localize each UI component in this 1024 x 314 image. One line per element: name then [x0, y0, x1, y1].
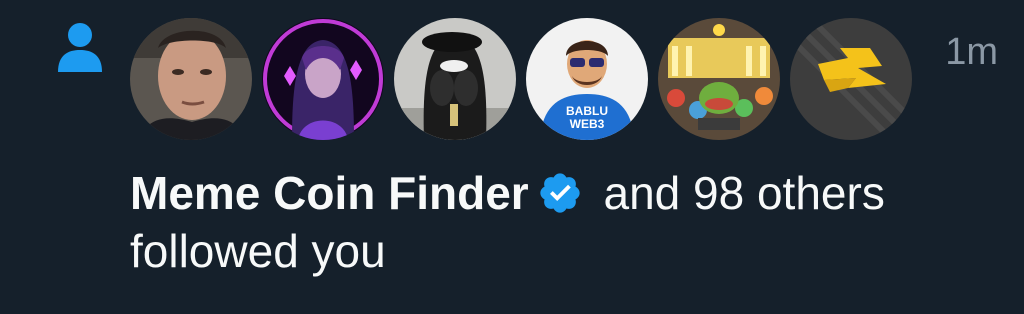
- timestamp[interactable]: 1m: [945, 30, 998, 74]
- others-text: and 98 others: [603, 167, 885, 219]
- notification-message: Meme Coin Finder and 98 others followed …: [130, 164, 1010, 280]
- actor-name[interactable]: Meme Coin Finder: [130, 167, 529, 219]
- person-icon: [56, 22, 104, 74]
- avatar-hooded-figure[interactable]: [394, 18, 516, 140]
- svg-text:WEB3: WEB3: [570, 117, 605, 131]
- avatar-photo-man[interactable]: [130, 18, 252, 140]
- svg-text:BABLU: BABLU: [566, 104, 608, 118]
- avatar-neon-woman[interactable]: [262, 18, 384, 140]
- verified-badge-icon: [537, 170, 583, 216]
- avatar-meme-collage[interactable]: [658, 18, 780, 140]
- avatar-bablu-web3[interactable]: BABLU WEB3: [526, 18, 648, 140]
- follower-avatars: BABLU WEB3: [130, 18, 912, 142]
- action-text: followed you: [130, 225, 386, 277]
- follow-notification[interactable]: BABLU WEB3 1m Meme Coin Finder and 98 ot…: [0, 0, 1024, 314]
- avatar-gold-logo[interactable]: [790, 18, 912, 140]
